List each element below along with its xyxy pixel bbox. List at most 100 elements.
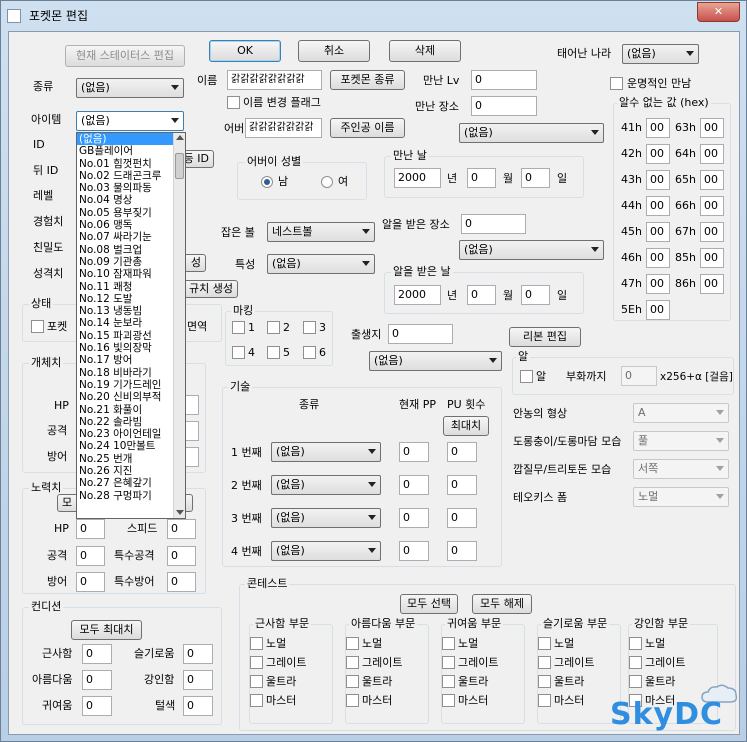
- contest-clear-all-button[interactable]: 모두 해제: [472, 594, 532, 614]
- unknown-value-field[interactable]: 00: [700, 170, 724, 190]
- ev-atk-field[interactable]: 0: [76, 546, 105, 566]
- ball-dropdown[interactable]: 네스트볼: [267, 222, 375, 242]
- scroll-down-icon[interactable]: [176, 510, 184, 515]
- birthplace-dropdown[interactable]: (없음): [369, 351, 502, 371]
- met-place-field[interactable]: 0: [471, 96, 537, 116]
- mark-1-checkbox[interactable]: [232, 321, 245, 334]
- egg-checkbox[interactable]: [520, 370, 533, 383]
- contest-rank-checkbox[interactable]: [346, 637, 359, 650]
- tough-field[interactable]: 0: [183, 670, 213, 690]
- form-dropdown[interactable]: 풀: [633, 431, 729, 451]
- item-option[interactable]: No.19 기가드레인: [77, 379, 185, 391]
- pu-field[interactable]: 0: [447, 475, 477, 495]
- item-option[interactable]: No.26 지진: [77, 465, 185, 477]
- contest-rank-checkbox[interactable]: [442, 694, 455, 707]
- egg-place-field[interactable]: 0: [461, 214, 526, 234]
- met-level-field[interactable]: 0: [471, 70, 537, 90]
- rename-flag-checkbox[interactable]: [227, 96, 240, 109]
- name-field[interactable]: 갉갉갉갉갉갉갉갉: [227, 70, 322, 90]
- ability-dropdown[interactable]: (없음): [267, 254, 375, 274]
- unknown-value-field[interactable]: 00: [646, 300, 670, 320]
- contest-rank-checkbox[interactable]: [250, 656, 263, 669]
- hatch-field[interactable]: 0: [621, 366, 657, 386]
- pokerus-checkbox[interactable]: [31, 320, 44, 333]
- contest-rank-checkbox[interactable]: [538, 675, 551, 688]
- met-month-field[interactable]: 0: [467, 168, 496, 188]
- item-option[interactable]: No.24 10만볼트: [77, 440, 185, 452]
- item-option[interactable]: No.11 쾌청: [77, 281, 185, 293]
- item-option[interactable]: No.23 아이언테일: [77, 428, 185, 440]
- mark-2-checkbox[interactable]: [267, 321, 280, 334]
- unknown-value-field[interactable]: 00: [700, 196, 724, 216]
- unknown-value-field[interactable]: 00: [700, 118, 724, 138]
- ev-def-field[interactable]: 0: [76, 572, 105, 592]
- move-dropdown[interactable]: (없음): [271, 541, 381, 561]
- list-scrollbar[interactable]: [173, 133, 185, 518]
- mark-4-checkbox[interactable]: [232, 346, 245, 359]
- ev-spatk-field[interactable]: 0: [167, 546, 196, 566]
- item-option[interactable]: No.02 드래곤크루: [77, 170, 185, 182]
- item-dropdown-list[interactable]: (없음) GB플레이어 No.01 힘껏펀치 No.02 드래곤크루 No.03 물의파…: [76, 132, 186, 519]
- item-option[interactable]: No.04 명상: [77, 194, 185, 206]
- item-option[interactable]: No.12 도발: [77, 293, 185, 305]
- ev-speed-field[interactable]: 0: [167, 519, 196, 539]
- unknown-value-field[interactable]: 00: [646, 118, 670, 138]
- item-option[interactable]: No.28 구멍파기: [77, 490, 185, 502]
- unknown-value-field[interactable]: 00: [646, 248, 670, 268]
- scroll-up-icon[interactable]: [176, 135, 184, 140]
- form-dropdown[interactable]: 노멀: [633, 487, 729, 507]
- species-dropdown[interactable]: (없음): [76, 78, 184, 98]
- pp-field[interactable]: 0: [399, 442, 429, 462]
- unknown-value-field[interactable]: 00: [700, 274, 724, 294]
- unknown-value-field[interactable]: 00: [646, 144, 670, 164]
- item-option[interactable]: No.20 신비의부적: [77, 391, 185, 403]
- species-name-button[interactable]: 포켓몬 종류: [330, 70, 405, 90]
- beauty-field[interactable]: 0: [82, 670, 112, 690]
- item-option[interactable]: No.07 싸라기눈: [77, 231, 185, 243]
- sheen-field[interactable]: 0: [183, 696, 213, 716]
- item-option[interactable]: No.09 기관총: [77, 256, 185, 268]
- pu-max-button[interactable]: 최대치: [443, 416, 489, 436]
- contest-rank-checkbox[interactable]: [538, 656, 551, 669]
- contest-select-all-button[interactable]: 모두 선택: [400, 594, 458, 614]
- move-dropdown[interactable]: (없음): [271, 442, 381, 462]
- pp-field[interactable]: 0: [399, 541, 429, 561]
- met-day-field[interactable]: 0: [521, 168, 550, 188]
- egg-month-field[interactable]: 0: [467, 285, 496, 305]
- pu-field[interactable]: 0: [447, 541, 477, 561]
- hero-name-button[interactable]: 주인공 이름: [330, 118, 405, 138]
- delete-button[interactable]: 삭제: [389, 40, 461, 62]
- ribbon-edit-button[interactable]: 리본 편집: [509, 327, 581, 347]
- unknown-value-field[interactable]: 00: [700, 144, 724, 164]
- clever-field[interactable]: 0: [183, 644, 213, 664]
- contest-rank-checkbox[interactable]: [442, 656, 455, 669]
- egg-year-field[interactable]: 2000: [394, 285, 441, 305]
- item-option[interactable]: No.22 솔라빔: [77, 416, 185, 428]
- move-dropdown[interactable]: (없음): [271, 508, 381, 528]
- contest-rank-checkbox[interactable]: [629, 656, 642, 669]
- close-button[interactable]: ✕: [697, 2, 740, 22]
- birthplace-field[interactable]: 0: [388, 324, 453, 344]
- unknown-value-field[interactable]: 00: [646, 196, 670, 216]
- origin-dropdown[interactable]: (없음): [622, 44, 699, 64]
- unknown-value-field[interactable]: 00: [700, 248, 724, 268]
- female-radio[interactable]: [321, 176, 333, 188]
- contest-rank-checkbox[interactable]: [538, 637, 551, 650]
- contest-rank-checkbox[interactable]: [250, 637, 263, 650]
- cancel-button[interactable]: 취소: [298, 40, 370, 62]
- item-dropdown[interactable]: (없음): [76, 111, 184, 131]
- mark-6-checkbox[interactable]: [303, 346, 316, 359]
- cute-field[interactable]: 0: [82, 696, 112, 716]
- contest-rank-checkbox[interactable]: [250, 694, 263, 707]
- unknown-value-field[interactable]: 00: [700, 222, 724, 242]
- contest-rank-checkbox[interactable]: [629, 637, 642, 650]
- met-place-dropdown[interactable]: (없음): [459, 123, 604, 143]
- contest-rank-checkbox[interactable]: [538, 694, 551, 707]
- unknown-value-field[interactable]: 00: [646, 222, 670, 242]
- item-option[interactable]: No.14 눈보라: [77, 317, 185, 329]
- pu-field[interactable]: 0: [447, 442, 477, 462]
- cool-field[interactable]: 0: [82, 644, 112, 664]
- mark-3-checkbox[interactable]: [303, 321, 316, 334]
- met-year-field[interactable]: 2000: [394, 168, 441, 188]
- condition-max-button[interactable]: 모두 최대치: [71, 620, 142, 640]
